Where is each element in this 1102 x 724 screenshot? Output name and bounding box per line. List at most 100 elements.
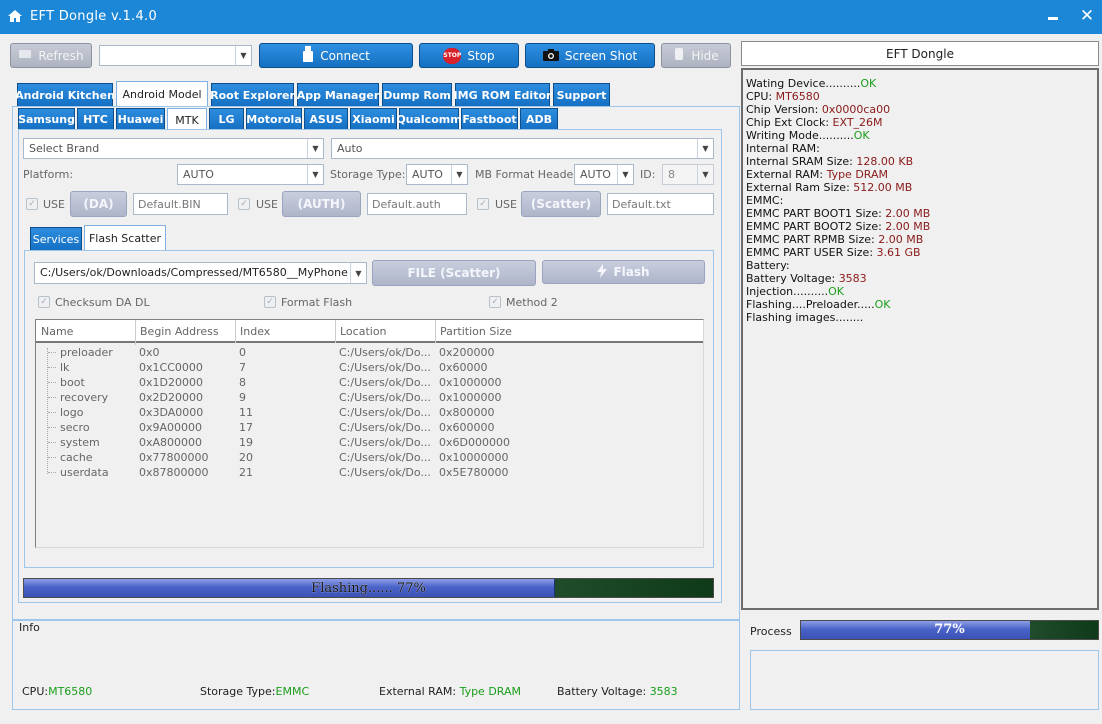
tab-xiaomi[interactable]: Xiaomi — [350, 108, 397, 130]
table-row[interactable]: cache 0x77800000 20 C:/Users/ok/Do... 0x1000… — [36, 450, 696, 465]
close-icon[interactable]: ✕ — [1078, 7, 1096, 25]
table-row[interactable]: lk 0x1CC0000 7 C:/Users/ok/Do... 0x60000 — [36, 360, 696, 375]
log-line: EMMC PART RPMB Size: 2.00 MB — [746, 233, 1091, 246]
port-select[interactable]: ▼ — [99, 45, 252, 66]
cell-index: 17 — [239, 421, 253, 434]
tab-adb[interactable]: ADB — [520, 108, 558, 130]
tab-services[interactable]: Services — [30, 227, 82, 251]
table-row[interactable]: userdata 0x87800000 21 C:/Users/ok/Do... 0x5… — [36, 465, 696, 480]
storage-type-select[interactable]: AUTO ▼ — [406, 164, 468, 185]
tab-support[interactable]: Support — [553, 83, 610, 107]
tab-samsung[interactable]: Samsung — [18, 108, 75, 130]
log-value: OK — [874, 298, 891, 311]
log-key: Wating Device.......... — [746, 77, 861, 90]
info-title: Info — [19, 621, 40, 634]
chevron-down-icon[interactable]: ▼ — [617, 165, 633, 184]
tab-motorola[interactable]: Motorola — [246, 108, 302, 130]
chevron-down-icon[interactable]: ▼ — [350, 263, 366, 283]
connect-button[interactable]: Connect — [259, 43, 413, 68]
log-line: CPU: MT6580 — [746, 90, 1091, 103]
use-scatter-label: USE — [495, 198, 517, 211]
use-scatter-checkbox[interactable]: ✓ — [477, 198, 489, 210]
use-da-checkbox[interactable]: ✓ — [26, 198, 38, 210]
tree-branch — [48, 367, 56, 368]
tab-flash-scatter[interactable]: Flash Scatter — [84, 225, 166, 252]
tab-dump-rom[interactable]: Dump Rom — [382, 83, 452, 107]
tab-fastboot[interactable]: Fastboot — [461, 108, 518, 130]
chevron-down-icon[interactable]: ▼ — [697, 139, 713, 158]
flash-button[interactable]: Flash — [542, 260, 705, 284]
tab-root-explorer[interactable]: Root Explorer — [210, 83, 295, 107]
method2-checkbox[interactable]: ✓ — [489, 296, 501, 308]
col-index[interactable]: Index — [240, 325, 270, 338]
id-select[interactable]: 8 ▼ — [662, 164, 714, 185]
table-row[interactable]: system 0xA800000 19 C:/Users/ok/Do... 0x6D00… — [36, 435, 696, 450]
refresh-button[interactable]: Refresh — [10, 43, 92, 68]
select-model[interactable]: Auto ▼ — [331, 138, 714, 159]
col-partition-size[interactable]: Partition Size — [440, 325, 512, 338]
scatter-button[interactable]: (Scatter) — [521, 191, 601, 217]
checksum-checkbox[interactable]: ✓ — [38, 296, 50, 308]
tree-branch — [48, 412, 56, 413]
format-flash-checkbox[interactable]: ✓ — [264, 296, 276, 308]
storage-type-value: AUTO — [412, 168, 443, 181]
chevron-down-icon[interactable]: ▼ — [235, 46, 251, 65]
mb-format-select[interactable]: AUTO ▼ — [574, 164, 634, 185]
cell-partition-size: 0x6D000000 — [439, 436, 510, 449]
tab-android-kitchen[interactable]: Android Kitchen — [15, 83, 115, 107]
stop-icon: STOP — [443, 47, 462, 64]
tab-qualcomm[interactable]: Qualcomm — [396, 108, 462, 130]
chevron-down-icon[interactable]: ▼ — [451, 165, 467, 184]
auth-file-field[interactable]: Default.auth — [367, 193, 467, 215]
select-brand[interactable]: Select Brand ▼ — [23, 138, 324, 159]
tab-img-rom-editor[interactable]: IMG ROM Editor — [454, 83, 551, 107]
table-row[interactable]: logo 0x3DA0000 11 C:/Users/ok/Do... 0x800000 — [36, 405, 696, 420]
stop-button[interactable]: STOP Stop — [419, 43, 519, 68]
tree-branch — [48, 352, 56, 353]
tree-branch — [48, 472, 56, 473]
chevron-down-icon[interactable]: ▼ — [697, 165, 713, 184]
log-line: EMMC PART BOOT1 Size: 2.00 MB — [746, 207, 1091, 220]
cell-name: cache — [60, 451, 93, 464]
cell-begin-address: 0x0 — [139, 346, 160, 359]
screenshot-button[interactable]: Screen Shot — [525, 43, 655, 68]
tab-asus[interactable]: ASUS — [304, 108, 348, 130]
log-value: OK — [860, 77, 877, 90]
log-key: Battery Voltage: — [746, 272, 839, 285]
tab-android-model[interactable]: Android Model — [116, 81, 208, 107]
da-file-field[interactable]: Default.BIN — [133, 193, 228, 215]
tab-app-manager[interactable]: App Manager — [297, 83, 379, 107]
table-row[interactable]: boot 0x1D20000 8 C:/Users/ok/Do... 0x1000000 — [36, 375, 696, 390]
da-button[interactable]: (DA) — [70, 191, 127, 217]
minimize-icon[interactable] — [1045, 8, 1061, 24]
scatter-path-value: C:/Users/ok/Downloads/Compressed/MT6580_… — [40, 266, 348, 279]
col-begin-address[interactable]: Begin Address — [140, 325, 235, 338]
cell-location: C:/Users/ok/Do... — [339, 451, 431, 464]
table-row[interactable]: secro 0x9A00000 17 C:/Users/ok/Do... 0x60000… — [36, 420, 696, 435]
partition-table[interactable]: Name Begin Address Index Location Partit… — [35, 319, 704, 548]
tab-lg[interactable]: LG — [209, 108, 244, 130]
auth-button[interactable]: (AUTH) — [282, 191, 361, 217]
col-location[interactable]: Location — [340, 325, 387, 338]
chevron-down-icon[interactable]: ▼ — [307, 139, 323, 158]
select-model-value: Auto — [337, 142, 363, 155]
scatter-path-select[interactable]: C:/Users/ok/Downloads/Compressed/MT6580_… — [34, 262, 367, 284]
tab-huawei[interactable]: Huawei — [116, 108, 165, 130]
eft-dongle-header[interactable]: EFT Dongle — [741, 41, 1099, 66]
hide-button[interactable]: Hide — [661, 43, 731, 68]
table-row[interactable]: recovery 0x2D20000 9 C:/Users/ok/Do... 0x100… — [36, 390, 696, 405]
platform-select[interactable]: AUTO ▼ — [177, 164, 324, 185]
cell-index: 7 — [239, 361, 246, 374]
method2-label: Method 2 — [506, 296, 558, 309]
flash-progress-text: Flashing...... 77% — [311, 581, 426, 596]
table-row[interactable]: preloader 0x0 0 C:/Users/ok/Do... 0x200000 — [36, 345, 696, 360]
chevron-down-icon[interactable]: ▼ — [307, 165, 323, 184]
mb-format-value: AUTO — [580, 168, 611, 181]
log-line: Flashing....Preloader.....OK — [746, 298, 1091, 311]
scatter-file-field[interactable]: Default.txt — [607, 193, 714, 215]
tab-htc[interactable]: HTC — [77, 108, 114, 130]
use-auth-checkbox[interactable]: ✓ — [238, 198, 250, 210]
log-value: Type DRAM — [826, 168, 889, 181]
col-name[interactable]: Name — [41, 325, 136, 345]
file-scatter-button[interactable]: FILE (Scatter) — [372, 260, 536, 286]
